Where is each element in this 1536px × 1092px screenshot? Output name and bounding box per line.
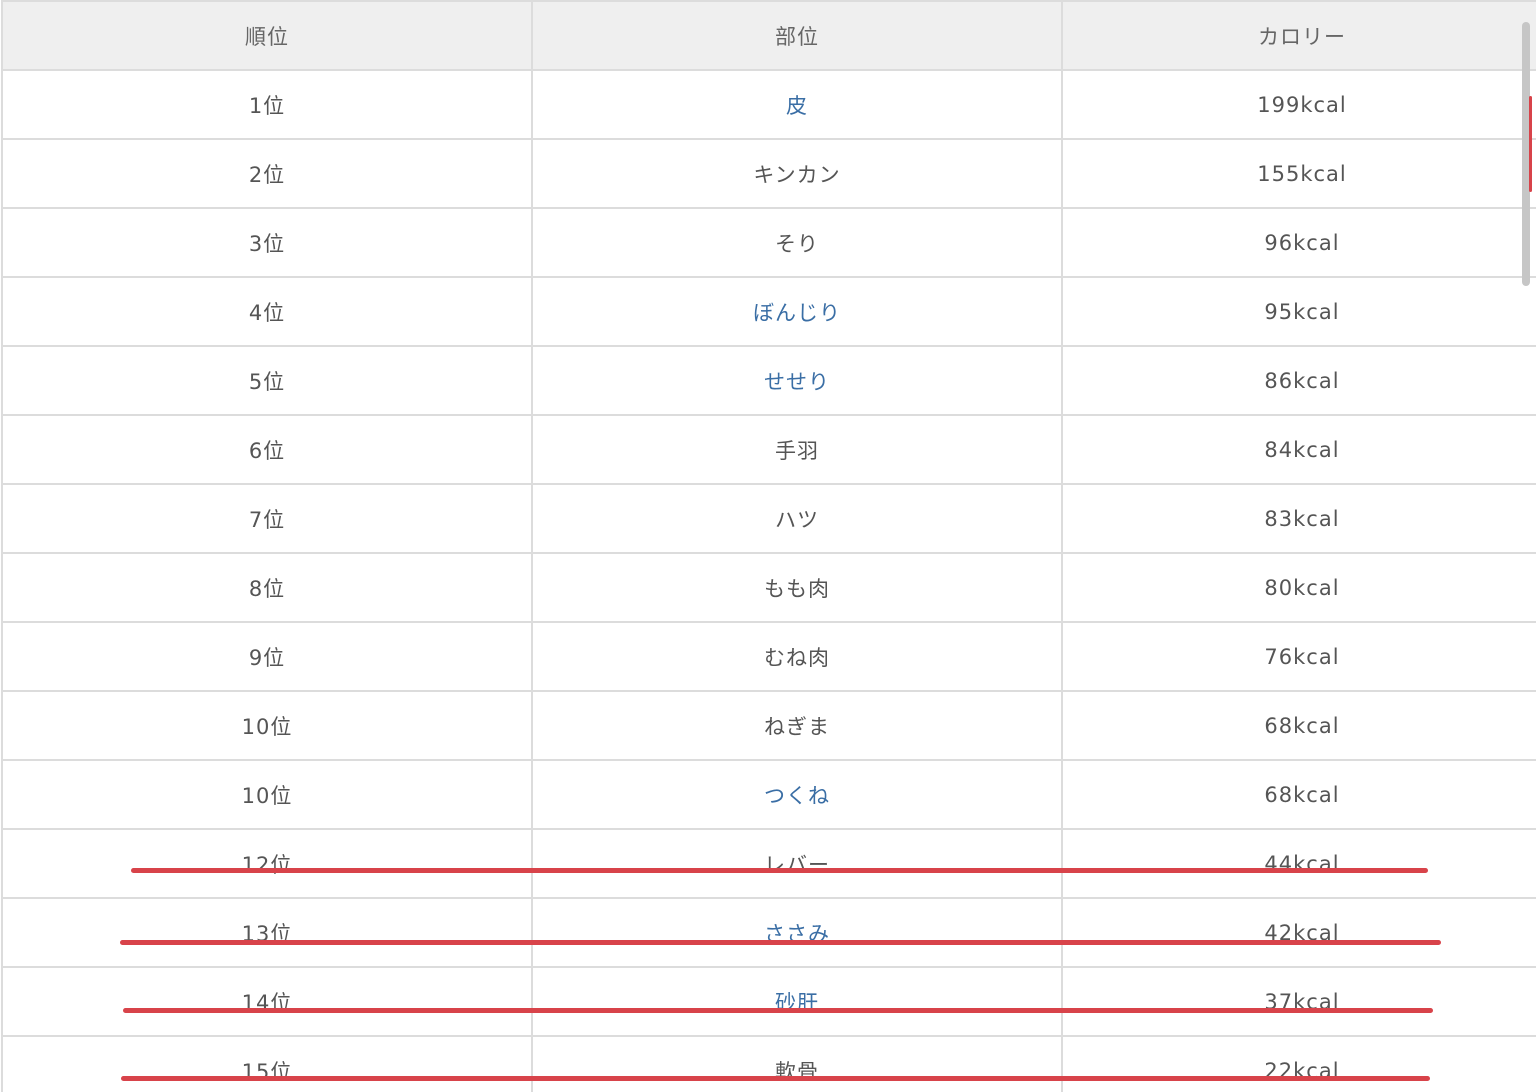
table-row: 5位 せせり 86kcal (1, 345, 1536, 416)
table-row: 15位 軟骨 22kcal (1, 1035, 1536, 1092)
cell-rank: 15位 (1, 1035, 533, 1092)
cell-calorie: 76kcal (1061, 621, 1536, 692)
red-underline-row-13 (120, 940, 1441, 945)
cell-part: 軟骨 (531, 1035, 1063, 1092)
table-row: 14位 砂肝 37kcal (1, 966, 1536, 1037)
cell-part: もも肉 (531, 552, 1063, 623)
cell-calorie: 96kcal (1061, 207, 1536, 278)
cell-rank: 7位 (1, 483, 533, 554)
cell-rank: 6位 (1, 414, 533, 485)
header-rank: 順位 (1, 0, 533, 71)
cell-part-link[interactable]: 砂肝 (531, 966, 1063, 1037)
cell-rank: 4位 (1, 276, 533, 347)
cell-rank: 9位 (1, 621, 533, 692)
table-row: 12位 レバー 44kcal (1, 828, 1536, 899)
calorie-ranking-table: 順位 部位 カロリー 1位皮 199kcal 2位 キンカン 155kcal 3位 そり 96… (1, 0, 1536, 1092)
cell-calorie: 42kcal (1061, 897, 1536, 968)
cell-rank: 1位 (1, 69, 533, 140)
cell-calorie: 68kcal (1061, 690, 1536, 761)
cell-part: むね肉 (531, 621, 1063, 692)
cell-part: ハツ (531, 483, 1063, 554)
cell-part-link[interactable]: ぼんじり (531, 276, 1063, 347)
table-header-row: 順位 部位 カロリー (1, 0, 1536, 71)
table-row: 8位 もも肉 80kcal (1, 552, 1536, 623)
cell-calorie: 84kcal (1061, 414, 1536, 485)
cell-rank: 10位 (1, 690, 533, 761)
cell-rank: 12位 (1, 828, 533, 899)
table-row: 2位 キンカン 155kcal (1, 138, 1536, 209)
table-row: 10位 ねぎま 68kcal (1, 690, 1536, 761)
red-underline-row-14 (123, 1008, 1433, 1013)
table-row: 9位 むね肉 76kcal (1, 621, 1536, 692)
table-row: 1位皮 199kcal (1, 69, 1536, 140)
cell-calorie: 80kcal (1061, 552, 1536, 623)
cell-part-link[interactable]: ささみ (531, 897, 1063, 968)
cell-calorie: 44kcal (1061, 828, 1536, 899)
cell-part: そり (531, 207, 1063, 278)
table-row: 13位 ささみ 42kcal (1, 897, 1536, 968)
cell-part: キンカン (531, 138, 1063, 209)
cell-part-link[interactable]: せせり (531, 345, 1063, 416)
cell-rank: 14位 (1, 966, 533, 1037)
cell-calorie: 86kcal (1061, 345, 1536, 416)
table-row: 6位 手羽 84kcal (1, 414, 1536, 485)
table-row: 3位 そり 96kcal (1, 207, 1536, 278)
red-underline-row-15 (121, 1076, 1430, 1081)
cell-calorie: 22kcal (1061, 1035, 1536, 1092)
cell-calorie: 95kcal (1061, 276, 1536, 347)
header-calorie: カロリー (1061, 0, 1536, 71)
cell-part: ねぎま (531, 690, 1063, 761)
cell-part-link[interactable]: 皮 (531, 69, 1063, 140)
cell-rank: 5位 (1, 345, 533, 416)
cell-calorie: 199kcal (1061, 69, 1536, 140)
cell-calorie: 37kcal (1061, 966, 1536, 1037)
cell-part-link[interactable]: つくね (531, 759, 1063, 830)
cell-calorie: 83kcal (1061, 483, 1536, 554)
cell-part: レバー (531, 828, 1063, 899)
cell-calorie: 155kcal (1061, 138, 1536, 209)
table-row: 7位 ハツ 83kcal (1, 483, 1536, 554)
cell-part: 手羽 (531, 414, 1063, 485)
red-pen-mark (1529, 96, 1532, 192)
cell-calorie: 68kcal (1061, 759, 1536, 830)
cell-rank: 2位 (1, 138, 533, 209)
cell-rank: 3位 (1, 207, 533, 278)
cell-rank: 10位 (1, 759, 533, 830)
red-underline-row-12 (131, 868, 1428, 873)
cell-rank: 8位 (1, 552, 533, 623)
table-row: 10位 つくね 68kcal (1, 759, 1536, 830)
header-part: 部位 (531, 0, 1063, 71)
table-row: 4位 ぼんじり 95kcal (1, 276, 1536, 347)
calorie-ranking-table-container: 順位 部位 カロリー 1位皮 199kcal 2位 キンカン 155kcal 3位 そり 96… (0, 0, 1536, 1092)
cell-rank: 13位 (1, 897, 533, 968)
